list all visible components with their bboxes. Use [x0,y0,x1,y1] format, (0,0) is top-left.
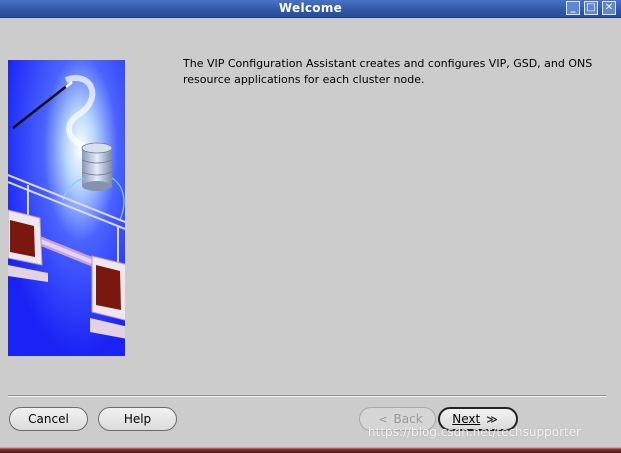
cancel-button[interactable]: Cancel [9,407,88,431]
back-chevron-icon: < [378,412,388,426]
taskbar-edge [0,447,621,453]
database-icon [81,142,113,191]
cancel-button-label: Cancel [28,412,69,426]
back-button-label: Back [393,412,423,426]
close-button[interactable]: ✕ [602,1,616,15]
next-chevron-icon: ≫ [486,412,498,426]
watermark: https://blog.csdn.net/techsupporter [368,425,582,439]
help-button-label: Help [123,412,152,426]
window-title: Welcome [278,1,343,15]
next-button-label: Next [452,412,481,426]
title-bar: Welcome _ □ ✕ [0,0,621,18]
computer-icon [90,255,125,339]
help-button[interactable]: Help [98,407,177,431]
divider [8,395,607,397]
maximize-button[interactable]: □ [584,1,598,15]
intro-text: The VIP Configuration Assistant creates … [183,57,593,86]
minimize-button[interactable]: _ [566,1,580,15]
wizard-illustration [8,60,125,356]
